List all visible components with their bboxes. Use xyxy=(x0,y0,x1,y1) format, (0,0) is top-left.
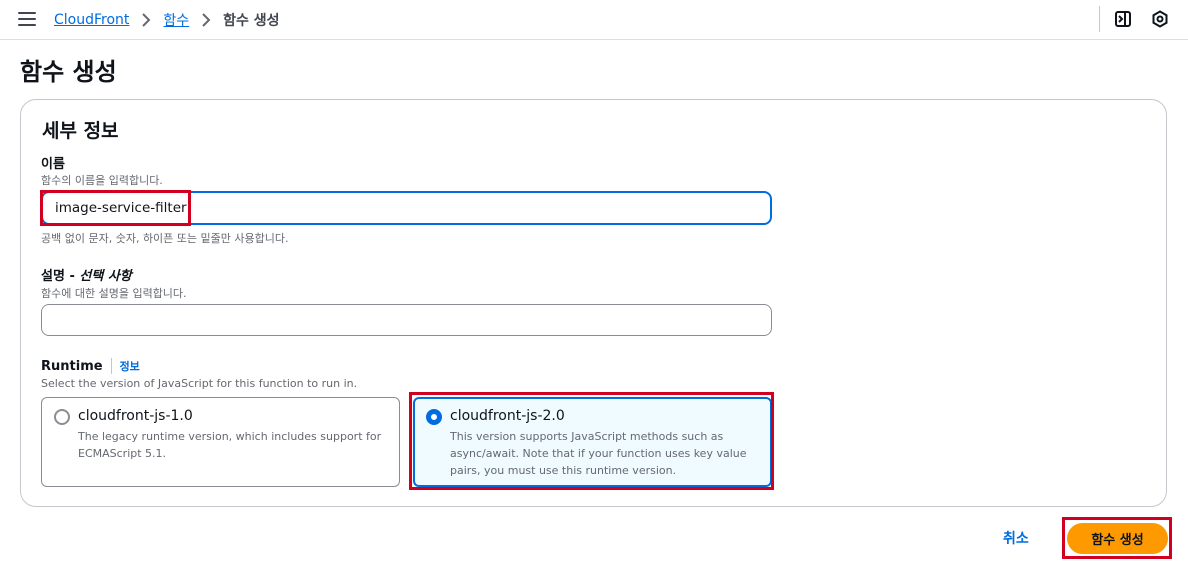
runtime-option-description: This version supports JavaScript methods… xyxy=(450,430,747,477)
breadcrumb-cloudfront[interactable]: CloudFront xyxy=(54,12,129,28)
cancel-button[interactable]: 취소 xyxy=(1003,528,1029,548)
details-container: 세부 정보 이름 함수의 이름을 입력합니다. image-service-fi… xyxy=(20,99,1167,507)
runtime-label-row: Runtime 정보 xyxy=(41,358,140,374)
radio-button-checked[interactable] xyxy=(426,409,442,425)
description-input[interactable] xyxy=(41,304,772,336)
hexagon-settings-icon[interactable] xyxy=(1151,10,1169,28)
toolbar-divider xyxy=(1099,6,1100,32)
section-title: 세부 정보 xyxy=(42,120,119,142)
name-constraint: 공백 없이 문자, 숫자, 하이픈 또는 밑줄만 사용합니다. xyxy=(41,232,289,245)
breadcrumb: CloudFront 함수 함수 생성 xyxy=(54,10,280,30)
runtime-label: Runtime xyxy=(41,358,103,374)
description-field-help: 함수에 대한 설명을 입력합니다. xyxy=(41,287,187,300)
name-label: 이름 xyxy=(41,157,65,172)
runtime-option-title: cloudfront-js-1.0 xyxy=(78,408,193,424)
top-navigation-bar: CloudFront 함수 함수 생성 xyxy=(0,0,1188,40)
chevron-right-icon xyxy=(201,11,211,29)
description-label: 설명 - 선택 사항 xyxy=(41,269,132,284)
page-title: 함수 생성 xyxy=(20,58,117,86)
breadcrumb-current: 함수 생성 xyxy=(223,13,280,29)
runtime-option-description: The legacy runtime version, which includ… xyxy=(78,430,382,460)
runtime-description: Select the version of JavaScript for thi… xyxy=(41,377,358,390)
menu-icon[interactable] xyxy=(18,12,36,26)
name-input-value: image-service-filter xyxy=(55,200,187,216)
name-input[interactable]: image-service-filter xyxy=(41,191,772,225)
breadcrumb-functions[interactable]: 함수 xyxy=(163,10,189,30)
split-panel-icon[interactable] xyxy=(1114,10,1132,28)
runtime-option-title: cloudfront-js-2.0 xyxy=(450,408,565,424)
runtime-info-link[interactable]: 정보 xyxy=(120,358,140,374)
runtime-label-divider xyxy=(110,358,112,374)
runtime-option-js-2[interactable]: cloudfront-js-2.0 This version supports … xyxy=(413,397,772,487)
runtime-option-js-1[interactable]: cloudfront-js-1.0 The legacy runtime ver… xyxy=(41,397,400,487)
create-function-button[interactable]: 함수 생성 xyxy=(1067,523,1168,554)
radio-button[interactable] xyxy=(54,409,70,425)
name-description: 함수의 이름을 입력합니다. xyxy=(41,174,163,187)
chevron-right-icon xyxy=(141,11,151,29)
